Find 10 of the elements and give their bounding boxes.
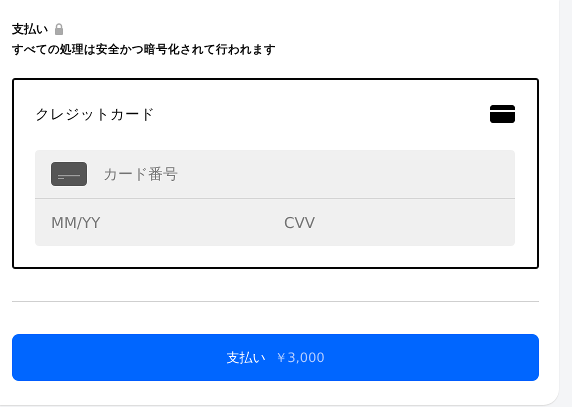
card-form-title: クレジットカード — [35, 106, 155, 124]
security-note: すべての処理は安全かつ暗号化されて行われます — [12, 42, 277, 57]
card-icon — [51, 162, 87, 186]
cvv-field[interactable]: CVV — [268, 199, 501, 246]
expiry-field[interactable]: MM/YY — [35, 199, 268, 246]
pay-button[interactable]: 支払い ￥3,000 — [12, 334, 539, 381]
card-number-field[interactable]: カード番号 — [103, 165, 483, 183]
lock-icon — [54, 23, 64, 35]
credit-card-icon — [490, 105, 515, 123]
section-title: 支払い — [12, 20, 48, 38]
